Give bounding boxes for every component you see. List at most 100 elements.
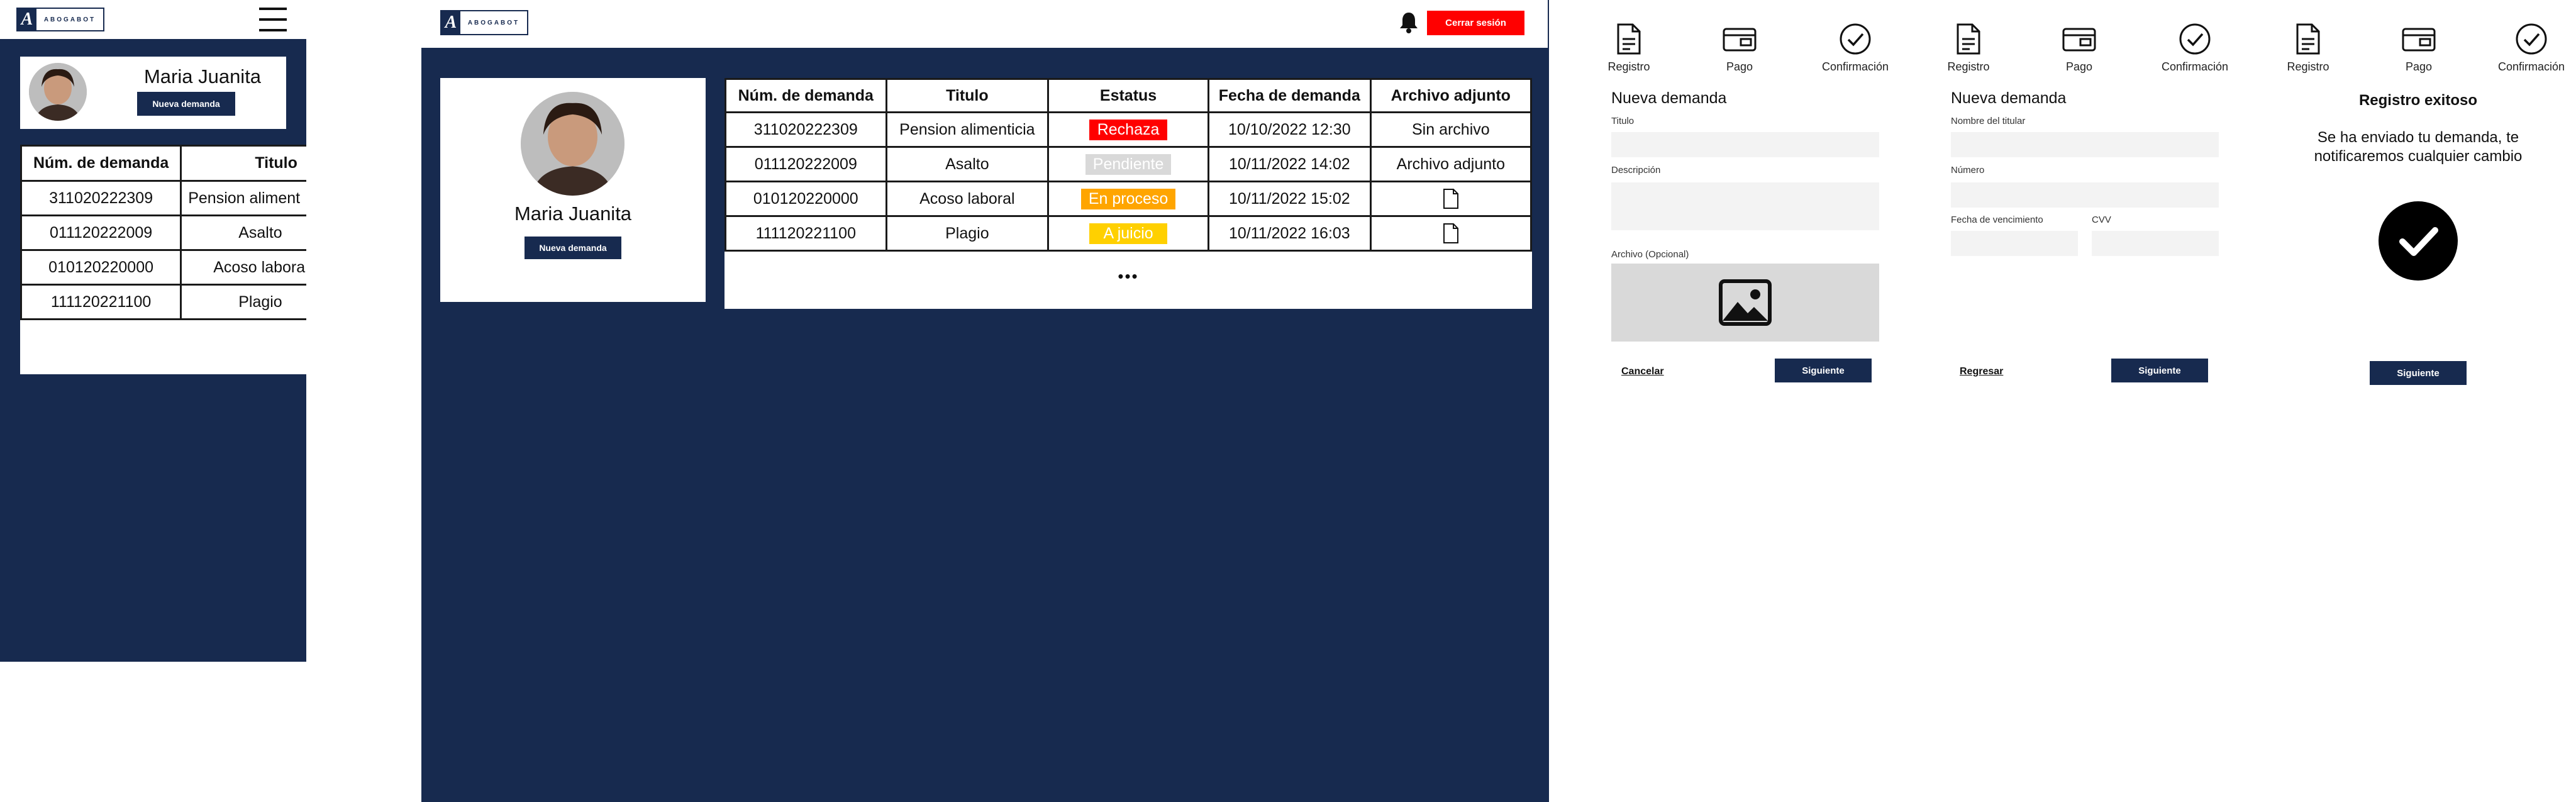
step-label: Registro xyxy=(1947,60,1990,73)
new-demand-button[interactable]: Nueva demanda xyxy=(525,237,621,259)
cancel-button[interactable]: Cancelar xyxy=(1621,366,1664,377)
back-button[interactable]: Regresar xyxy=(1960,366,2003,377)
more-pagination-button[interactable]: ••• xyxy=(724,267,1532,286)
step-confirmacion[interactable]: Confirmación xyxy=(2154,23,2236,74)
file-dropzone[interactable] xyxy=(1611,264,1879,342)
status-badge: Rechaza xyxy=(1089,119,1168,140)
avatar xyxy=(29,63,87,121)
demand-date: 10/11/2022 15:02 xyxy=(1208,181,1372,217)
cvv-input[interactable] xyxy=(2092,231,2219,256)
column-header-number: Núm. de demanda xyxy=(20,145,182,182)
check-circle-icon xyxy=(2179,23,2211,55)
notification-bell-icon[interactable] xyxy=(1399,11,1418,34)
mobile-logo[interactable]: A ABOGABOT xyxy=(16,8,104,31)
demand-date: 10/10/2022 12:30 xyxy=(1208,111,1372,148)
step-label: Pago xyxy=(2405,60,2433,73)
demand-title: Pension aliment xyxy=(180,180,306,216)
table-header-row: Núm. de demanda Titulo Estatus Fecha de … xyxy=(724,78,1533,113)
table-row[interactable]: 311020222309 Pension alimenticia Rechaza… xyxy=(724,111,1533,148)
demands-table: Núm. de demanda Titulo Estatus Fecha de … xyxy=(724,78,1533,252)
table-header-row: Núm. de demanda Titulo xyxy=(20,145,306,182)
status-cell: Pendiente xyxy=(1047,146,1209,182)
table-row[interactable]: 111120221100 Plagio xyxy=(20,284,306,320)
table-row[interactable]: 010120220000 Acoso labora xyxy=(20,249,306,286)
step-label: Confirmación xyxy=(2497,60,2565,73)
demand-title: Plagio xyxy=(180,284,306,320)
success-message: Se ha enviado tu demanda, te notificarem… xyxy=(2314,129,2523,165)
next-button[interactable]: Siguiente xyxy=(2111,359,2208,382)
table-row[interactable]: 111120221100 Plagio A juicio 10/11/2022 … xyxy=(724,215,1533,252)
demand-date: 10/11/2022 16:03 xyxy=(1208,215,1372,252)
file-icon[interactable] xyxy=(1443,188,1459,209)
table-row[interactable]: 010120220000 Acoso laboral En proceso 10… xyxy=(724,181,1533,217)
mobile-content-area: Maria Juanita Nueva demanda Núm. de dema… xyxy=(0,39,306,662)
hamburger-menu-icon[interactable] xyxy=(259,6,287,33)
demand-number: 010120220000 xyxy=(20,249,182,286)
profile-card: Maria Juanita Nueva demanda xyxy=(440,78,706,302)
status-cell: En proceso xyxy=(1047,181,1209,217)
mobile-profile-card: Maria Juanita Nueva demanda xyxy=(20,57,286,129)
check-circle-icon xyxy=(1840,23,1871,55)
document-icon xyxy=(1957,23,1980,55)
column-header-date: Fecha de demanda xyxy=(1208,78,1372,113)
next-button[interactable]: Siguiente xyxy=(2370,361,2467,385)
step-confirmacion[interactable]: Confirmación xyxy=(1814,23,1896,74)
demand-number: 011120222009 xyxy=(724,146,887,182)
mobile-demands-table: Núm. de demanda Titulo 311020222309 Pensi… xyxy=(20,145,306,320)
demand-title: Plagio xyxy=(885,215,1050,252)
logo-mark: A xyxy=(18,9,36,30)
demands-table-panel: Núm. de demanda Titulo Estatus Fecha de … xyxy=(724,78,1533,309)
demand-number: 311020222309 xyxy=(724,111,887,148)
description-textarea[interactable] xyxy=(1611,182,1879,230)
field-label-title: Titulo xyxy=(1611,116,1635,126)
step-pago[interactable]: Pago xyxy=(2048,23,2111,74)
field-label-file: Archivo (Opcional) xyxy=(1611,249,1689,260)
column-header-title: Titulo xyxy=(885,78,1050,113)
logout-button[interactable]: Cerrar sesión xyxy=(1427,11,1524,35)
table-row[interactable]: 011120222009 Asalto xyxy=(20,214,306,251)
step-pago[interactable]: Pago xyxy=(1708,23,1771,74)
status-cell: Rechaza xyxy=(1047,111,1209,148)
card-holder-input[interactable] xyxy=(1951,132,2219,157)
step-label: Confirmación xyxy=(2161,60,2229,73)
form-step-registro: Registro Pago Confirmación Nueva demanda… xyxy=(1597,0,1937,409)
document-icon xyxy=(1617,23,1641,55)
success-check-icon xyxy=(2379,201,2458,281)
expiry-date-input[interactable] xyxy=(1951,231,2078,256)
field-label-holder: Nombre del titular xyxy=(1951,116,2026,126)
step-registro[interactable]: Registro xyxy=(1937,23,2000,74)
logo-wordmark: ABOGABOT xyxy=(467,19,520,26)
step-confirmacion[interactable]: Confirmación xyxy=(2490,23,2572,74)
field-label-expiry: Fecha de vencimiento xyxy=(1951,214,2043,225)
field-label-cvv: CVV xyxy=(2092,214,2111,225)
mobile-view: A ABOGABOT Maria Juanita Nueva demanda N… xyxy=(0,0,306,662)
credit-card-icon xyxy=(2062,28,2096,52)
step-label: Pago xyxy=(2065,60,2093,73)
demand-number: 011120222009 xyxy=(20,214,182,251)
desktop-logo[interactable]: A ABOGABOT xyxy=(440,10,528,35)
step-registro[interactable]: Registro xyxy=(2277,23,2340,74)
column-header-number: Núm. de demanda xyxy=(724,78,887,113)
attachment-link[interactable]: Archivo adjunto xyxy=(1369,146,1533,182)
form-step-pago: Registro Pago Confirmación Nueva demanda… xyxy=(1937,0,2277,409)
status-cell: A juicio xyxy=(1047,215,1209,252)
image-icon xyxy=(1719,279,1772,326)
new-demand-button[interactable]: Nueva demanda xyxy=(137,92,235,116)
file-icon[interactable] xyxy=(1443,223,1459,244)
title-input[interactable] xyxy=(1611,132,1879,157)
status-badge: A juicio xyxy=(1089,223,1168,244)
column-header-status: Estatus xyxy=(1047,78,1209,113)
user-name: Maria Juanita xyxy=(143,65,262,87)
table-row[interactable]: 311020222309 Pension aliment xyxy=(20,180,306,216)
demand-number: 010120220000 xyxy=(724,181,887,217)
demand-title: Asalto xyxy=(885,146,1050,182)
table-row[interactable]: 011120222009 Asalto Pendiente 10/11/2022… xyxy=(724,146,1533,182)
credit-card-icon xyxy=(2402,28,2436,52)
step-registro[interactable]: Registro xyxy=(1597,23,1660,74)
attachment-text: Sin archivo xyxy=(1369,111,1533,148)
check-circle-icon xyxy=(2516,23,2547,55)
card-number-input[interactable] xyxy=(1951,182,2219,208)
desktop-header xyxy=(421,0,1549,48)
step-pago[interactable]: Pago xyxy=(2387,23,2450,74)
next-button[interactable]: Siguiente xyxy=(1775,359,1872,382)
